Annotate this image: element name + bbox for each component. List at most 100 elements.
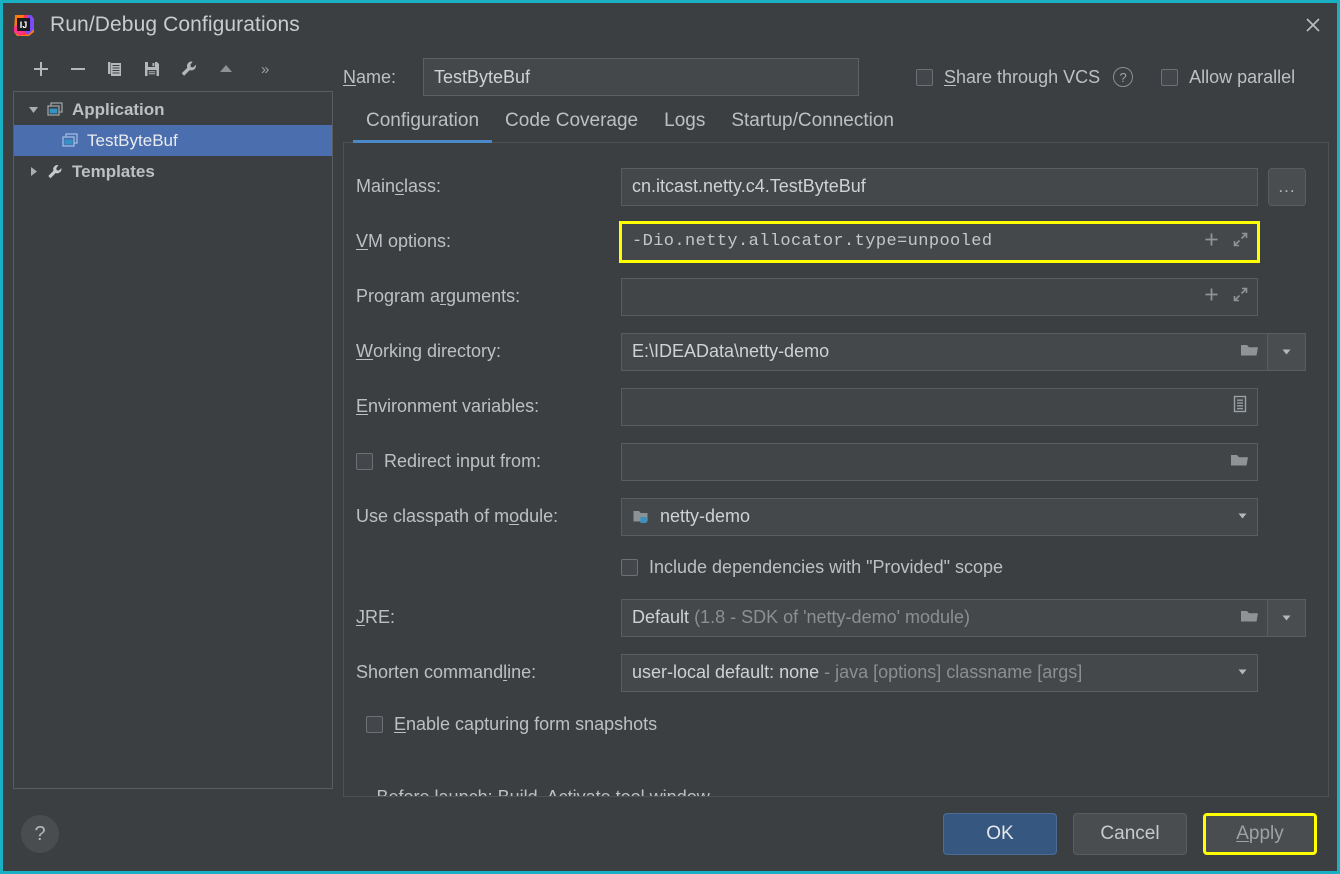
configuration-editor-panel: Name: Share through VCS ? Allow parallel… [333, 47, 1337, 797]
tab-code-coverage[interactable]: Code Coverage [492, 110, 651, 142]
main-class-browse-button[interactable]: ... [1268, 167, 1306, 206]
minus-icon[interactable] [68, 59, 88, 79]
title-bar: IJ Run/Debug Configurations [3, 3, 1337, 47]
wrench-icon[interactable] [179, 59, 199, 79]
vm-options-value: -Dio.netty.allocator.type=unpooled [632, 232, 993, 251]
tab-configuration[interactable]: Configuration [353, 110, 493, 143]
shorten-command-line-value: user-local default: none [632, 662, 820, 682]
checkbox-box[interactable] [356, 453, 373, 470]
main-class-input[interactable]: cn.itcast.netty.c4.TestByteBuf [621, 167, 1258, 206]
name-label: Name: [343, 66, 397, 87]
working-directory-dropdown-button[interactable] [1268, 332, 1306, 371]
redirect-input-label: Redirect input from: [384, 451, 542, 471]
classpath-module-value: netty-demo [660, 506, 751, 526]
classpath-module-row: Use classpath of m o dule: netty-demo [356, 489, 1306, 544]
list-icon[interactable] [1231, 394, 1249, 419]
chevron-down-icon[interactable] [22, 103, 44, 116]
module-icon [632, 508, 651, 526]
application-icon [59, 132, 81, 150]
name-row: Name: Share through VCS ? Allow parallel [343, 47, 1329, 99]
plus-icon[interactable] [1203, 231, 1220, 253]
configurations-tree[interactable]: Application TestByteBuf Templates [13, 91, 333, 789]
checkbox-box[interactable] [1161, 68, 1179, 86]
jre-dropdown-button[interactable] [1268, 598, 1306, 637]
redirect-input-row: Redirect input from: [356, 434, 1306, 489]
intellij-idea-logo-icon: IJ [12, 13, 36, 37]
tree-item-testbytebuf[interactable]: TestByteBuf [14, 125, 332, 156]
dialog-footer: ? OK Cancel Apply [3, 797, 1337, 871]
include-provided-row: Include dependencies with "Provided" sco… [356, 544, 1306, 590]
program-arguments-input[interactable] [621, 277, 1258, 316]
chevron-down-icon[interactable] [1236, 506, 1249, 527]
environment-variables-label: Environment variables: [356, 396, 540, 416]
wrench-icon [44, 163, 66, 181]
folder-icon[interactable] [1240, 607, 1259, 629]
redirect-input-checkbox[interactable]: Redirect input from: [356, 451, 621, 472]
apply-button[interactable]: Apply [1203, 813, 1317, 855]
expand-icon[interactable] [1232, 286, 1249, 308]
share-through-vcs-checkbox[interactable]: Share through VCS ? [916, 66, 1134, 88]
save-icon[interactable] [142, 59, 162, 79]
run-debug-configurations-dialog: IJ Run/Debug Configurations » Applicatio… [0, 0, 1340, 874]
main-class-row: Main c lass: cn.itcast.netty.c4.TestByteB… [356, 159, 1306, 214]
working-directory-row: Working directory: E:\IDEAData\netty-dem… [356, 324, 1306, 379]
tree-item-label: TestByteBuf [87, 130, 178, 150]
copy-icon[interactable] [105, 59, 125, 79]
form-snapshots-checkbox[interactable]: Enable capturing form snapshots [356, 700, 1306, 748]
expand-icon[interactable] [1232, 231, 1249, 253]
plus-icon[interactable] [31, 59, 51, 79]
cancel-button[interactable]: Cancel [1073, 813, 1187, 855]
jre-combo[interactable]: Default (1.8 - SDK of 'netty-demo' modul… [621, 598, 1268, 637]
working-directory-input[interactable]: E:\IDEAData\netty-demo [621, 332, 1268, 371]
name-input[interactable] [423, 58, 859, 96]
environment-variables-row: Environment variables: [356, 379, 1306, 434]
plus-icon[interactable] [1203, 286, 1220, 308]
tree-item-label: Application [72, 99, 165, 119]
main-class-label: Main c lass: [356, 176, 442, 196]
tab-logs[interactable]: Logs [651, 110, 718, 142]
folder-icon[interactable] [1240, 341, 1259, 363]
working-directory-value: E:\IDEAData\netty-demo [632, 341, 830, 361]
shorten-command-line-detail: - java [options] classname [args] [824, 662, 1083, 682]
folder-icon[interactable] [1230, 451, 1249, 473]
vm-options-row: VM options: -Dio.netty.allocator.type=un… [356, 214, 1306, 269]
before-launch-collapse-icon[interactable]: − [356, 787, 367, 796]
checkbox-box[interactable] [621, 558, 638, 576]
jre-value-detail: (1.8 - SDK of 'netty-demo' module) [694, 607, 971, 627]
jre-label: J RE: [356, 607, 396, 627]
close-icon[interactable] [1289, 3, 1337, 47]
vm-options-label: VM options: [356, 231, 452, 251]
editor-tabs: Configuration Code Coverage Logs Startup… [343, 99, 1329, 143]
ok-button[interactable]: OK [943, 813, 1057, 855]
chevron-right-icon[interactable] [22, 165, 44, 178]
toolbar-overflow-button[interactable]: » [261, 61, 269, 78]
share-through-vcs-label: Share through VCS [944, 66, 1101, 87]
triangle-up-icon[interactable] [216, 59, 236, 79]
form-snapshots-label: Enable capturing form snapshots [394, 713, 658, 734]
environment-variables-input[interactable] [621, 387, 1258, 426]
classpath-module-combo[interactable]: netty-demo [621, 497, 1258, 536]
vm-options-input[interactable]: -Dio.netty.allocator.type=unpooled [619, 220, 1260, 263]
tree-item-templates[interactable]: Templates [14, 156, 332, 187]
working-directory-label: Working directory: [356, 341, 502, 361]
help-button[interactable]: ? [21, 815, 59, 853]
checkbox-box[interactable] [366, 715, 383, 733]
question-mark-icon[interactable]: ? [1113, 67, 1134, 87]
before-launch-section[interactable]: − Before launch: Build, Activate tool wi… [356, 787, 1306, 796]
checkbox-box[interactable] [916, 68, 933, 86]
tree-item-application[interactable]: Application [14, 94, 332, 125]
shorten-command-line-label: Shorten command l ine: [356, 662, 537, 682]
program-arguments-row: Program a r guments: [356, 269, 1306, 324]
shorten-command-line-combo[interactable]: user-local default: none - java [options… [621, 653, 1258, 692]
configurations-panel: » Application TestByteBuf Templates [3, 47, 333, 797]
tab-startup-connection[interactable]: Startup/Connection [718, 110, 907, 142]
page-title: Run/Debug Configurations [50, 13, 300, 36]
chevron-down-icon[interactable] [1236, 662, 1249, 683]
redirect-input-field[interactable] [621, 442, 1258, 481]
configuration-form: Main c lass: cn.itcast.netty.c4.TestByteB… [343, 143, 1329, 797]
allow-parallel-label: Allow parallel [1189, 66, 1296, 87]
jre-value: Default [632, 607, 690, 627]
allow-parallel-checkbox[interactable]: Allow parallel [1161, 67, 1295, 88]
include-provided-checkbox[interactable]: Include dependencies with "Provided" sco… [621, 544, 1003, 590]
program-arguments-label: Program a r guments: [356, 286, 521, 306]
